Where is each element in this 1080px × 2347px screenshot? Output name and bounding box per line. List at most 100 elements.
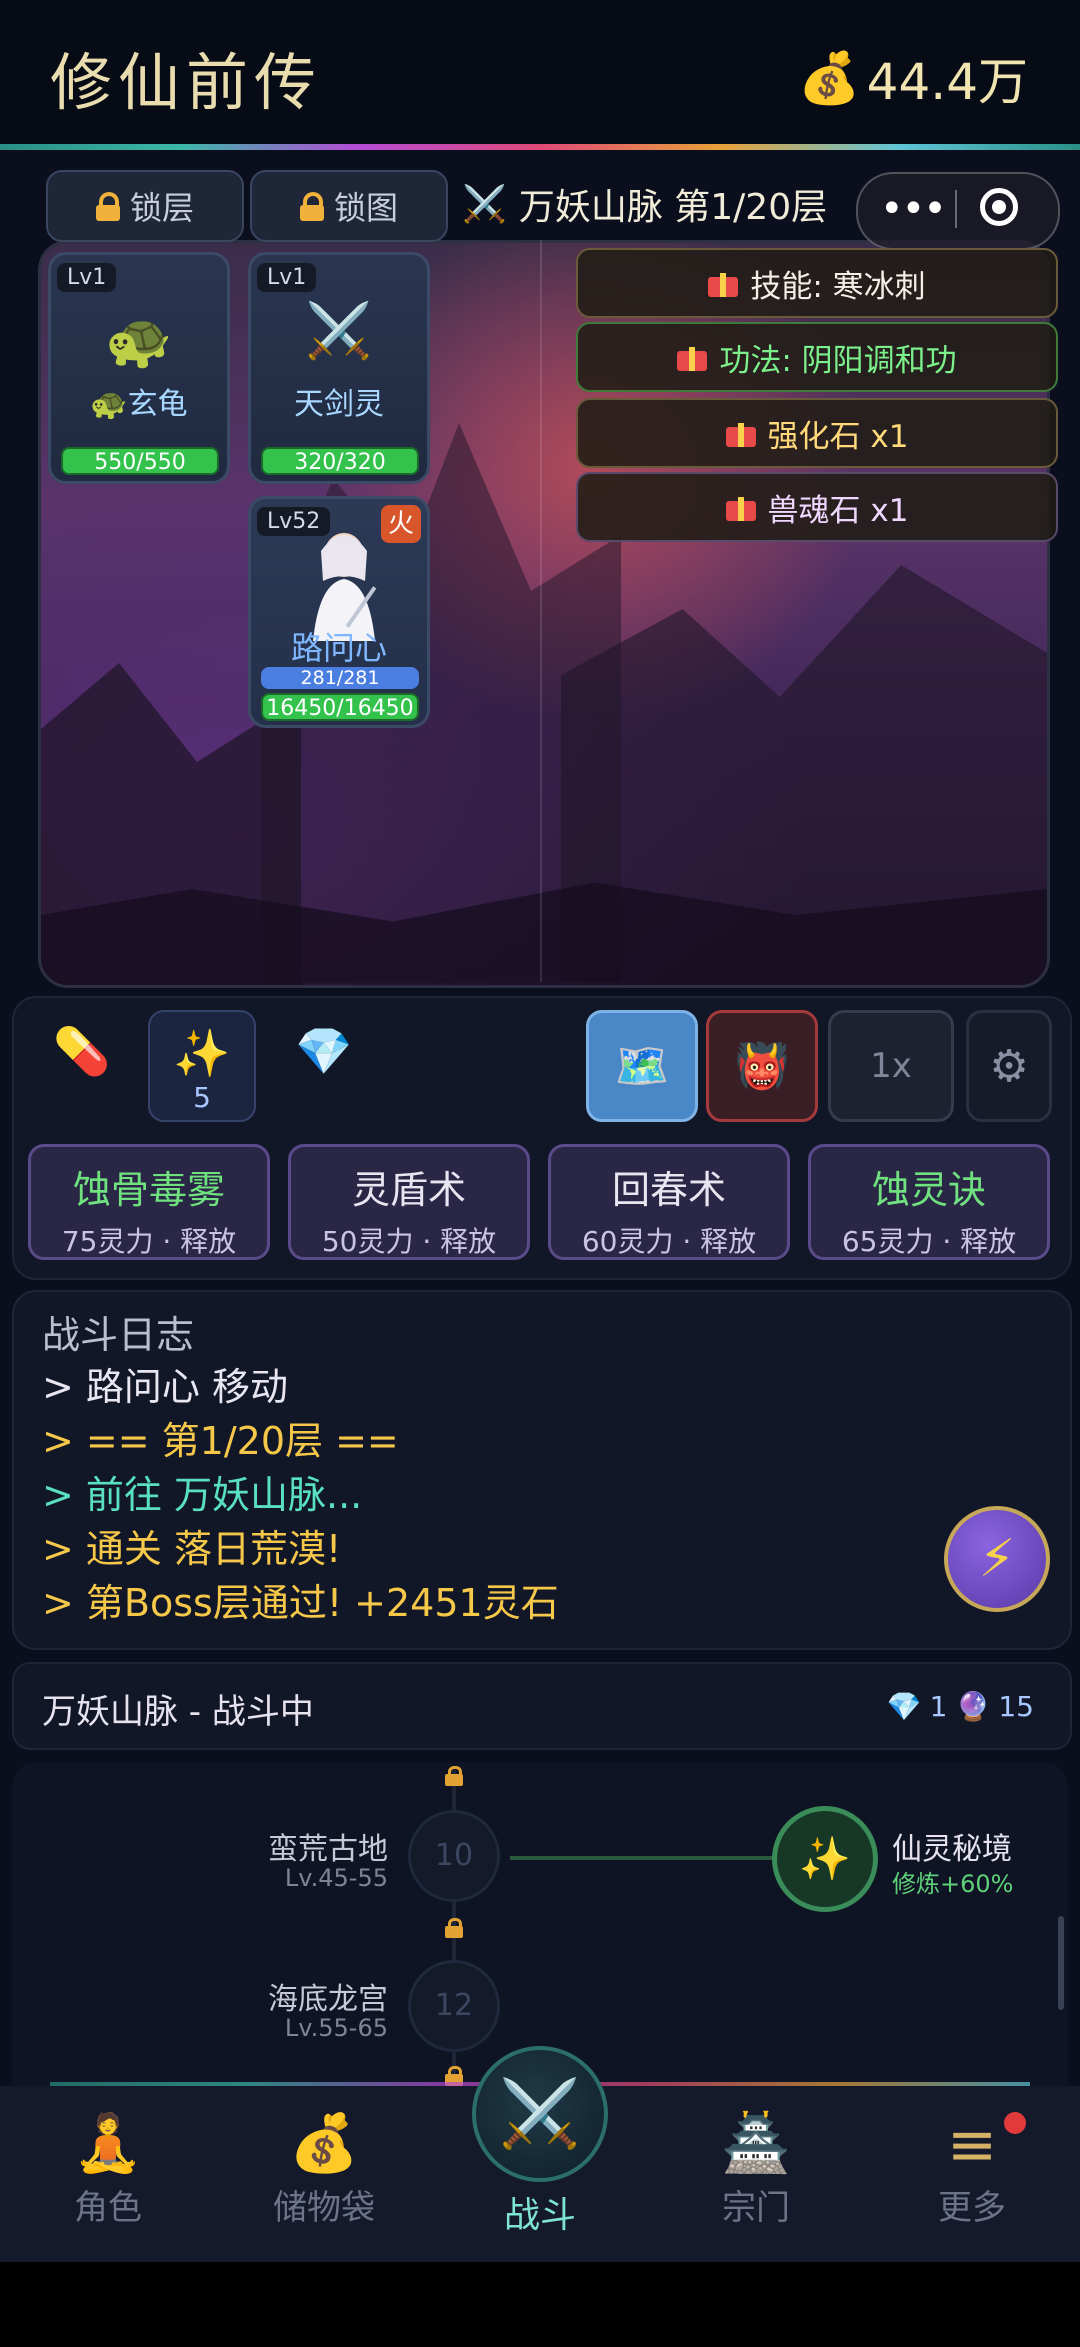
settings-button[interactable]: ⚙: [966, 1010, 1052, 1122]
auto-battle-button[interactable]: ⚡: [944, 1506, 1050, 1612]
skill-name: 回春术: [611, 1168, 726, 1212]
map-icon: 🗺️: [614, 1041, 670, 1092]
nav-item-sect[interactable]: 🏯 宗门: [676, 2110, 836, 2229]
skill-button-spirit-shield[interactable]: 灵盾术 50灵力 · 释放: [288, 1144, 530, 1260]
orb-icon: 🔮: [955, 1690, 991, 1723]
unit-card-hero[interactable]: Lv52 火 路问心 281/281 16450/16450: [248, 496, 430, 728]
region-label: 万妖山脉 第1/20层: [518, 187, 828, 228]
loot-text: 兽魂石 x1: [767, 492, 909, 529]
currency-amount: 44.4万: [866, 53, 1028, 111]
battle-log-title: 战斗日志: [42, 1313, 195, 1357]
unit-level: Lv1: [57, 263, 117, 292]
pouch-icon: 💰: [289, 2111, 359, 2176]
unit-card-sword-spirit[interactable]: Lv1 ⚔️ 天剑灵 320/320: [248, 252, 430, 484]
gift-icon: [708, 269, 739, 297]
unit-mp-bar: 281/281: [261, 667, 419, 689]
diamond-count: 1: [929, 1690, 948, 1723]
speed-button[interactable]: 1x: [828, 1010, 954, 1122]
skill-name: 蚀骨毒雾: [72, 1168, 225, 1212]
map-path-horizontal: [510, 1856, 780, 1860]
nav-item-battle[interactable]: ⚔️: [472, 2046, 608, 2182]
unit-card-turtle[interactable]: Lv1 🐢 🐢玄龟 550/550: [48, 252, 230, 484]
skill-name: 蚀灵诀: [871, 1168, 986, 1212]
lock-icon: [445, 1766, 463, 1786]
log-line: > 前往 万妖山脉...: [42, 1473, 363, 1517]
money-bag-icon: 💰: [798, 48, 861, 107]
map-node-level: Lv.55-65: [284, 2014, 388, 2042]
more-dots-icon[interactable]: •••: [880, 186, 947, 232]
sword-icon: ⚔️: [305, 299, 373, 362]
lock-layer-button[interactable]: 锁层: [46, 170, 244, 242]
loot-notification: 技能: 寒冰刺: [576, 248, 1058, 318]
nav-label: 宗门: [722, 2188, 790, 2228]
lock-map-label: 锁图: [333, 189, 398, 227]
special-map-node[interactable]: ✨: [772, 1806, 878, 1912]
unit-name: 🐢玄龟: [90, 387, 188, 422]
crossed-swords-icon: ⚔️: [498, 2075, 582, 2152]
demon-button[interactable]: 👹: [706, 1010, 818, 1122]
lock-icon: [299, 192, 324, 221]
resource-counter: 💎 1 🔮 15: [887, 1690, 1034, 1723]
app-title: 修仙前传: [50, 46, 323, 119]
map-node-name: 海底龙宫: [268, 1982, 388, 2017]
header-divider: [0, 144, 1080, 150]
close-target-icon[interactable]: [980, 188, 1018, 226]
loot-text: 技能: 寒冰刺: [750, 268, 926, 305]
gift-icon: [725, 493, 756, 521]
pill-icon: 💊: [53, 1024, 111, 1078]
loot-text: 功法: 阴阳调和功: [719, 342, 957, 379]
item-slot-sparkle[interactable]: ✨ 5: [148, 1010, 256, 1122]
gem-icon: 💎: [295, 1024, 353, 1078]
nav-label: 更多: [938, 2188, 1006, 2228]
battlefield-divider: [540, 240, 542, 982]
item-slot-pill[interactable]: 💊: [28, 1010, 136, 1122]
meditation-icon: 🧘: [73, 2111, 143, 2176]
map-node-level: Lv.45-55: [284, 1864, 388, 1892]
skill-button-poison-mist[interactable]: 蚀骨毒雾 75灵力 · 释放: [28, 1144, 270, 1260]
log-line: > 通关 落日荒漠!: [42, 1527, 342, 1571]
map-node-locked[interactable]: 12: [408, 1960, 500, 2052]
temple-icon: 🏯: [721, 2111, 791, 2176]
unit-name: 路问心: [290, 629, 387, 667]
region-title: ⚔️ 万妖山脉 第1/20层: [462, 178, 827, 230]
lock-icon: [95, 192, 120, 221]
nav-item-character[interactable]: 🧘 角色: [28, 2110, 188, 2229]
gift-icon: [725, 419, 756, 447]
crossed-swords-icon: ⚔️: [462, 184, 507, 225]
special-node-name: 仙灵秘境: [892, 1832, 1012, 1867]
gear-icon: ⚙: [989, 1040, 1029, 1092]
log-line: > == 第1/20层 ==: [42, 1419, 399, 1463]
skill-button-spirit-erosion[interactable]: 蚀灵诀 65灵力 · 释放: [808, 1144, 1050, 1260]
lock-map-button[interactable]: 锁图: [250, 170, 448, 242]
diamond-icon: 💎: [886, 1690, 922, 1723]
unit-level: Lv1: [257, 263, 317, 292]
nav-item-inventory[interactable]: 💰 储物袋: [244, 2110, 404, 2229]
orb-count: 15: [998, 1690, 1034, 1723]
skill-cost: 60灵力 · 释放: [581, 1225, 757, 1258]
speed-label: 1x: [870, 1046, 912, 1086]
skill-name: 灵盾术: [351, 1168, 466, 1212]
nav-item-more[interactable]: ≡ 更多: [892, 2110, 1052, 2229]
currency-display: 💰 44.4万: [798, 42, 1028, 114]
map-node-locked[interactable]: 10: [408, 1810, 500, 1902]
sparkle-icon: ✨: [798, 1834, 852, 1883]
loot-text: 强化石 x1: [767, 418, 909, 455]
skill-cost: 65灵力 · 释放: [841, 1225, 1017, 1258]
special-node-bonus: 修炼+60%: [892, 1870, 1014, 1898]
map-button[interactable]: 🗺️: [586, 1010, 698, 1122]
skill-button-rejuvenation[interactable]: 回春术 60灵力 · 释放: [548, 1144, 790, 1260]
bottom-safe-area: [0, 2262, 1080, 2347]
item-slot-gem[interactable]: 💎: [270, 1010, 378, 1122]
region-map[interactable]: [12, 1762, 1068, 2092]
loot-notification: 强化石 x1: [576, 398, 1058, 468]
loot-notification: 兽魂石 x1: [576, 472, 1058, 542]
lock-icon: [445, 1918, 463, 1938]
notification-dot: [1004, 2112, 1026, 2134]
unit-hp-bar: 16450/16450: [261, 693, 419, 721]
gift-icon: [677, 343, 708, 371]
unit-hp-bar: 320/320: [261, 447, 419, 475]
map-scrollbar[interactable]: [1058, 1916, 1064, 2010]
capsule-separator: [955, 190, 957, 228]
sparkle-icon: ✨: [173, 1026, 231, 1080]
menu-icon: ≡: [946, 2110, 998, 2180]
